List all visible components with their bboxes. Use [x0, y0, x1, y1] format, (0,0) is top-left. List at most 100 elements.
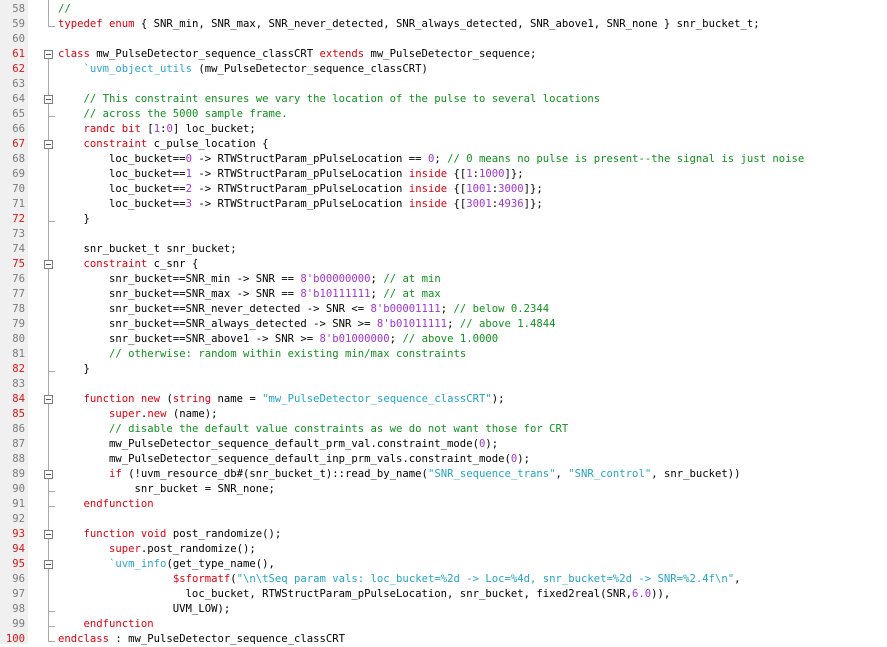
- line-number: 71: [12, 198, 25, 210]
- code-token: constraint: [83, 138, 148, 150]
- code-token: snr_bucket==SNR_never_detected -> SNR <=: [58, 303, 371, 315]
- fold-toggle-icon[interactable]: [44, 560, 53, 569]
- code-line[interactable]: loc_bucket, RTWStructParam_pPulseLocatio…: [58, 587, 671, 602]
- code-line[interactable]: mw_PulseDetector_sequence_default_prm_va…: [58, 437, 498, 452]
- code-line[interactable]: function new (string name = "mw_PulseDet…: [58, 392, 505, 407]
- line-number: 88: [12, 453, 25, 465]
- fold-end-mark: [48, 116, 55, 117]
- code-token: 4936: [498, 198, 524, 210]
- code-token: mw_PulseDetector_sequence_classCRT: [89, 48, 320, 60]
- code-line[interactable]: super.post_randomize();: [58, 542, 256, 557]
- code-line[interactable]: loc_bucket==0 -> RTWStructParam_pPulseLo…: [58, 152, 804, 167]
- code-token: 8'b10111111: [300, 288, 371, 300]
- code-line[interactable]: // disable the default value constraints…: [58, 422, 568, 437]
- fold-guide: [48, 0, 49, 26]
- code-token: c_pulse_location {: [147, 138, 269, 150]
- code-token: string: [172, 393, 212, 405]
- fold-end-mark: [48, 641, 55, 642]
- code-line[interactable]: snr_bucket==SNR_above1 -> SNR >= 8'b0100…: [58, 332, 498, 347]
- line-number: 62: [12, 63, 25, 75]
- code-token: "SNR_sequence_trans": [427, 468, 556, 480]
- code-line[interactable]: typedef enum { SNR_min, SNR_max, SNR_nev…: [58, 17, 760, 32]
- fold-toggle-icon[interactable]: [44, 470, 53, 479]
- code-token: typedef enum: [58, 18, 135, 30]
- code-line[interactable]: class mw_PulseDetector_sequence_classCRT…: [58, 47, 536, 62]
- code-token: inside: [408, 183, 448, 195]
- code-line[interactable]: loc_bucket==3 -> RTWStructParam_pPulseLo…: [58, 197, 543, 212]
- code-line[interactable]: $sformatf("\n\tSeq param vals: loc_bucke…: [58, 572, 741, 587]
- code-line[interactable]: }: [58, 362, 90, 377]
- code-line[interactable]: function void post_randomize();: [58, 527, 282, 542]
- code-token: ;: [389, 333, 403, 345]
- line-number: 76: [12, 273, 25, 285]
- code-line[interactable]: snr_bucket==SNR_always_detected -> SNR >…: [58, 317, 556, 332]
- code-line[interactable]: UVM_LOW);: [58, 602, 230, 617]
- code-token: .post_randomize();: [140, 543, 256, 555]
- code-line[interactable]: if (!uvm_resource_db#(snr_bucket_t)::rea…: [58, 467, 740, 482]
- line-number: 90: [12, 483, 25, 495]
- code-line[interactable]: }: [58, 212, 90, 227]
- code-line[interactable]: super.new (name);: [58, 407, 217, 422]
- code-line[interactable]: `uvm_object_utils (mw_PulseDetector_sequ…: [58, 62, 428, 77]
- code-token: name =: [211, 393, 263, 405]
- code-line[interactable]: mw_PulseDetector_sequence_default_inp_pr…: [58, 452, 530, 467]
- code-token: (!uvm_resource_db#(snr_bucket_t)::read_b…: [121, 468, 428, 480]
- code-line[interactable]: // across the 5000 sample frame.: [58, 107, 288, 122]
- code-token: 3000: [498, 183, 524, 195]
- fold-toggle-icon[interactable]: [44, 395, 53, 404]
- code-token: extends: [319, 48, 365, 60]
- code-line[interactable]: constraint c_snr {: [58, 257, 199, 272]
- code-line[interactable]: snr_bucket = SNR_none;: [58, 482, 275, 497]
- code-line[interactable]: endfunction: [58, 617, 154, 632]
- code-token: loc_bucket==: [58, 183, 186, 195]
- fold-toggle-icon[interactable]: [44, 50, 53, 59]
- line-number: 64: [12, 93, 25, 105]
- code-line[interactable]: snr_bucket_t snr_bucket;: [58, 242, 237, 257]
- code-token: loc_bucket==: [58, 153, 186, 165]
- code-line[interactable]: randc bit [1:0] loc_bucket;: [58, 122, 256, 137]
- code-token: // This constraint ensures we vary the l…: [83, 93, 601, 105]
- code-token: {[: [447, 183, 467, 195]
- fold-toggle-icon[interactable]: [44, 140, 53, 149]
- code-token: {[: [447, 198, 467, 210]
- code-token: loc_bucket==: [58, 168, 186, 180]
- code-line[interactable]: snr_bucket==SNR_min -> SNR == 8'b0000000…: [58, 272, 441, 287]
- code-token: snr_bucket==SNR_always_detected -> SNR >…: [58, 318, 377, 330]
- code-editor[interactable]: 58 59 60 61 62 63 64 65 66 67 68 69 70 71 72 73 74 75 76 77…: [0, 0, 887, 647]
- code-line[interactable]: snr_bucket==SNR_max -> SNR == 8'b1011111…: [58, 287, 441, 302]
- fold-toggle-icon[interactable]: [44, 260, 53, 269]
- code-line[interactable]: // This constraint ensures we vary the l…: [58, 92, 601, 107]
- code-line[interactable]: endclass : mw_PulseDetector_sequence_cla…: [58, 632, 345, 647]
- code-token: -> RTWStructParam_pPulseLocation ==: [191, 153, 428, 165]
- code-token: loc_bucket, RTWStructParam_pPulseLocatio…: [58, 588, 633, 600]
- code-line[interactable]: snr_bucket==SNR_never_detected -> SNR <=…: [58, 302, 549, 317]
- code-line[interactable]: endfunction: [58, 497, 154, 512]
- fold-toggle-icon[interactable]: [44, 95, 53, 104]
- code-line[interactable]: //: [58, 2, 71, 17]
- line-number: 84: [12, 393, 25, 405]
- fold-end-mark: [48, 371, 55, 372]
- code-token: ;: [370, 273, 384, 285]
- line-number: 65: [12, 108, 25, 120]
- code-line[interactable]: constraint c_pulse_location {: [58, 137, 269, 152]
- line-number: 79: [12, 318, 25, 330]
- code-token: function new: [83, 393, 161, 405]
- code-line[interactable]: // otherwise: random within existing min…: [58, 347, 466, 362]
- code-line[interactable]: loc_bucket==1 -> RTWStructParam_pPulseLo…: [58, 167, 524, 182]
- code-token: ;: [447, 318, 460, 330]
- code-line[interactable]: loc_bucket==2 -> RTWStructParam_pPulseLo…: [58, 182, 543, 197]
- code-line[interactable]: `uvm_info(get_type_name(),: [58, 557, 275, 572]
- fold-end-mark: [48, 626, 55, 627]
- line-number-gutter: 58 59 60 61 62 63 64 65 66 67 68 69 70 71 72 73 74 75 76 77…: [0, 0, 29, 645]
- code-token: ,: [555, 468, 569, 480]
- line-number: 75: [12, 258, 25, 270]
- code-token: }: [58, 363, 90, 375]
- fold-end-mark: [48, 491, 55, 492]
- code-token: class: [58, 48, 90, 60]
- fold-toggle-icon[interactable]: [44, 530, 53, 539]
- line-number: 99: [12, 618, 25, 630]
